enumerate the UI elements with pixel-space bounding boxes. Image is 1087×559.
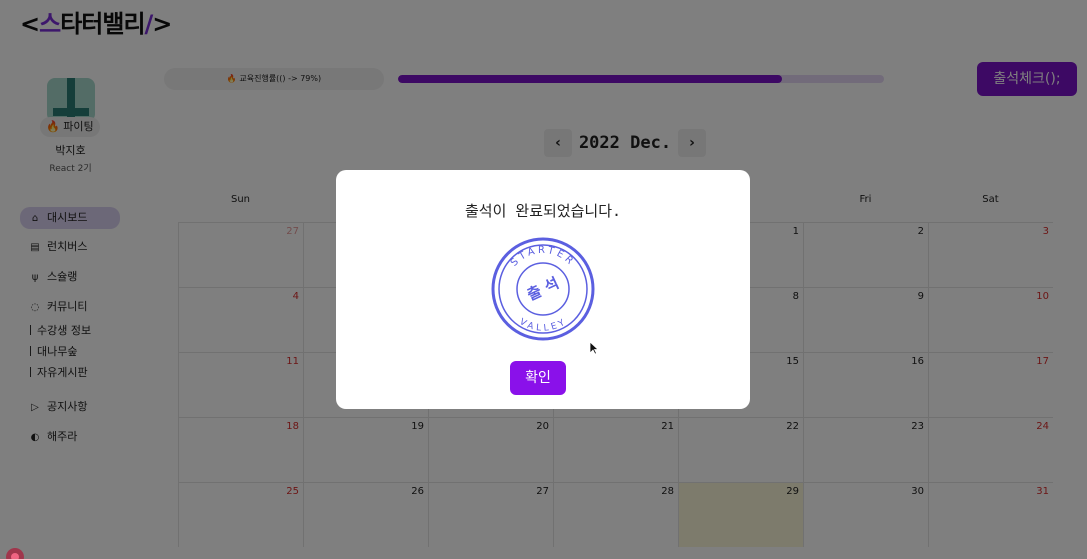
stamp-top-text: STARTER <box>509 245 574 269</box>
modal-message: 출석이 완료되었습니다. <box>464 202 622 220</box>
svg-text:VALLEY: VALLEY <box>518 317 569 334</box>
confirm-button[interactable]: 확인 <box>510 361 566 395</box>
flower-icon <box>6 548 24 559</box>
attendance-stamp-icon: STARTER VALLEY 출 석 <box>491 237 595 341</box>
stamp-bottom-text: VALLEY <box>518 317 567 334</box>
mouse-cursor-icon <box>589 341 599 355</box>
attendance-modal: 출석이 완료되었습니다. STARTER VALLEY 출 석 확인 <box>336 170 750 409</box>
stamp-center-text: 출 석 <box>524 274 561 304</box>
svg-text:STARTER: STARTER <box>509 245 577 269</box>
